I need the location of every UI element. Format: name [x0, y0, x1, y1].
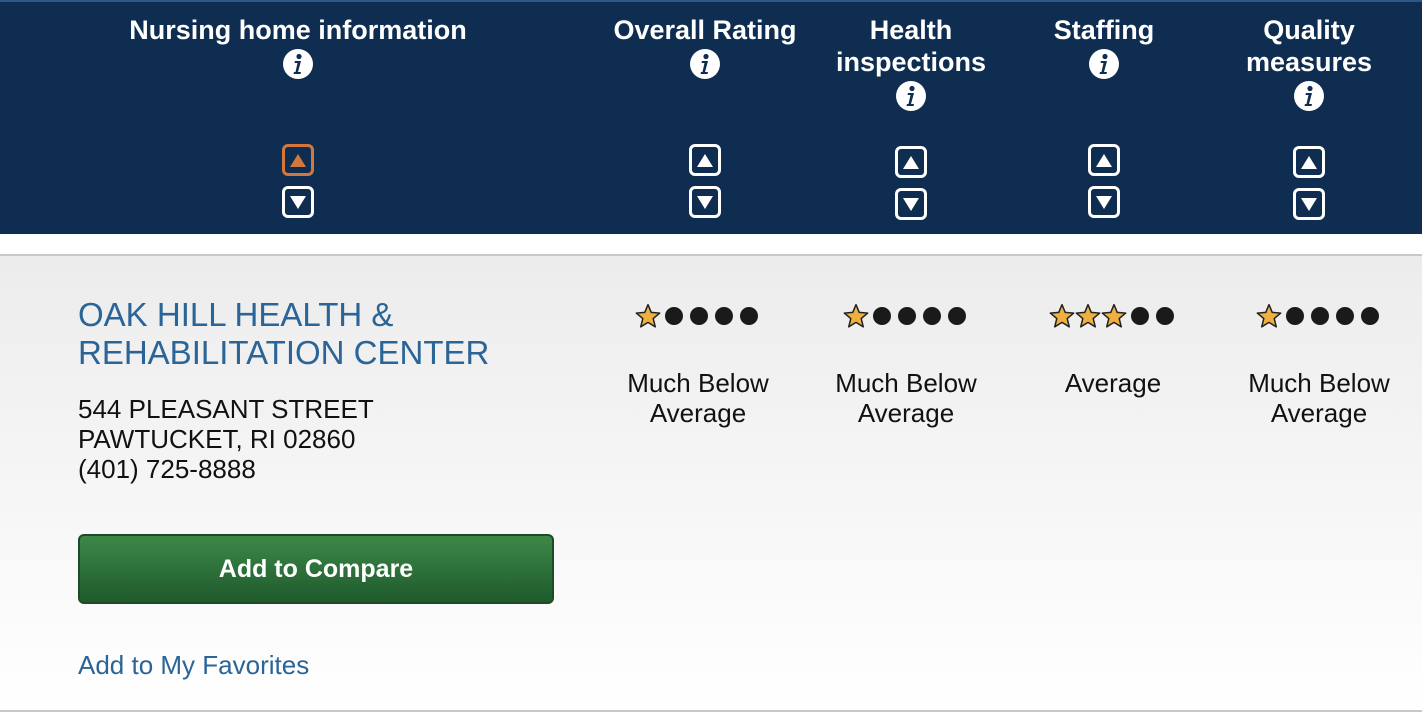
empty-rating-dot-icon: [664, 307, 683, 325]
sort-descending-icon: [1096, 195, 1112, 209]
column-header-overall-rating: Overall Rating: [605, 2, 805, 80]
empty-rating-dot-icon: [1155, 307, 1174, 325]
empty-rating-dot-icon: [1310, 307, 1329, 325]
table-header: Nursing home information Overall Rating …: [0, 0, 1422, 234]
star-icon: [1049, 303, 1075, 328]
address-line-1: 544 PLEASANT STREET: [78, 394, 374, 424]
empty-rating-dot-icon: [1130, 307, 1149, 325]
column-header-quality-measures: Quality measures: [1234, 2, 1384, 112]
rating-text: Much Below Average: [835, 368, 977, 428]
column-header-nursing-home-information: Nursing home information: [118, 2, 478, 80]
star-rating: [843, 302, 969, 330]
sort-ascending-icon: [1301, 155, 1317, 169]
sort-ascending-icon: [290, 153, 306, 167]
rating-text: Much Below Average: [627, 368, 769, 428]
rating-text: Much Below Average: [1248, 368, 1390, 428]
sort-ascending-icon: [903, 155, 919, 169]
column-title: Quality measures: [1245, 15, 1373, 77]
sort-descending-button[interactable]: [689, 186, 721, 218]
star-icon: [1101, 303, 1127, 328]
sort-descending-icon: [697, 195, 713, 209]
rating-staffing: Average: [1003, 302, 1223, 398]
column-title: Staffing: [1053, 15, 1155, 45]
column-header-health-inspections: Health inspections: [826, 2, 996, 112]
sort-ascending-button[interactable]: [1088, 144, 1120, 176]
star-icon: [635, 303, 661, 328]
sort-descending-icon: [290, 195, 306, 209]
info-icon[interactable]: [689, 48, 721, 80]
rating-text: Average: [1064, 368, 1162, 398]
facility-row: OAK HILL HEALTH & REHABILITATION CENTER …: [0, 254, 1422, 712]
empty-rating-dot-icon: [1335, 307, 1354, 325]
star-icon: [1256, 303, 1282, 328]
sort-controls-overall-rating: [689, 144, 721, 228]
sort-ascending-button[interactable]: [282, 144, 314, 176]
empty-rating-dot-icon: [897, 307, 916, 325]
address-line-2: PAWTUCKET, RI 02860: [78, 424, 356, 454]
star-rating: [1049, 302, 1177, 330]
star-icon: [1075, 303, 1101, 328]
facility-name-link[interactable]: OAK HILL HEALTH & REHABILITATION CENTER: [78, 296, 578, 372]
sort-ascending-icon: [1096, 153, 1112, 167]
column-header-staffing: Staffing: [1038, 2, 1170, 80]
add-to-compare-button[interactable]: Add to Compare: [78, 534, 554, 604]
empty-rating-dot-icon: [872, 307, 891, 325]
rating-overall: Much Below Average: [588, 302, 808, 428]
info-icon[interactable]: [1293, 80, 1325, 112]
sort-controls-staffing: [1088, 144, 1120, 228]
column-title: Overall Rating: [613, 15, 797, 45]
rating-quality-measures: Much Below Average: [1209, 302, 1422, 428]
star-rating: [1256, 302, 1382, 330]
sort-controls-quality-measures: [1293, 146, 1325, 230]
rating-health-inspections: Much Below Average: [796, 302, 1016, 428]
column-title: Health inspections: [835, 15, 987, 77]
add-to-favorites-link[interactable]: Add to My Favorites: [78, 650, 309, 681]
sort-controls-nursing-home-information: [282, 144, 314, 228]
empty-rating-dot-icon: [739, 307, 758, 325]
sort-descending-button[interactable]: [1088, 186, 1120, 218]
empty-rating-dot-icon: [1285, 307, 1304, 325]
column-title: Nursing home information: [129, 15, 467, 45]
sort-ascending-button[interactable]: [1293, 146, 1325, 178]
empty-rating-dot-icon: [922, 307, 941, 325]
empty-rating-dot-icon: [1360, 307, 1379, 325]
sort-ascending-button[interactable]: [895, 146, 927, 178]
facility-phone: (401) 725-8888: [78, 454, 256, 484]
sort-controls-health-inspections: [895, 146, 927, 230]
info-icon[interactable]: [282, 48, 314, 80]
sort-ascending-icon: [697, 153, 713, 167]
sort-descending-button[interactable]: [1293, 188, 1325, 220]
empty-rating-dot-icon: [689, 307, 708, 325]
star-rating: [635, 302, 761, 330]
sort-descending-icon: [903, 197, 919, 211]
facility-address: 544 PLEASANT STREET PAWTUCKET, RI 02860 …: [78, 394, 374, 484]
sort-ascending-button[interactable]: [689, 144, 721, 176]
info-icon[interactable]: [895, 80, 927, 112]
sort-descending-button[interactable]: [895, 188, 927, 220]
info-icon[interactable]: [1088, 48, 1120, 80]
empty-rating-dot-icon: [947, 307, 966, 325]
sort-descending-button[interactable]: [282, 186, 314, 218]
sort-descending-icon: [1301, 197, 1317, 211]
star-icon: [843, 303, 869, 328]
empty-rating-dot-icon: [714, 307, 733, 325]
